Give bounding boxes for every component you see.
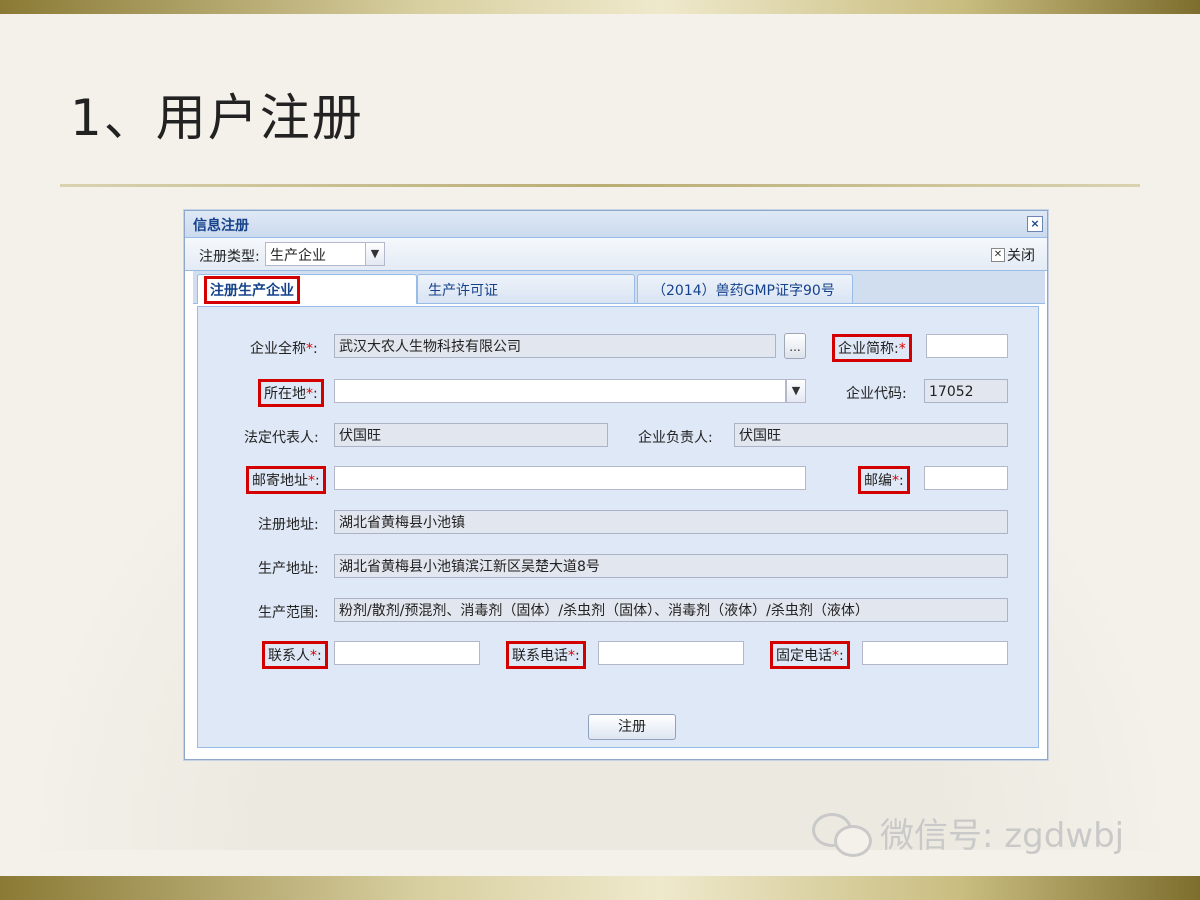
registration-type-select[interactable]: 生产企业 ▼	[265, 242, 385, 266]
top-decorative-band	[0, 0, 1200, 14]
company-code-field[interactable]: 17052	[924, 379, 1008, 403]
tab-bar: 注册生产企业 生产许可证 （2014）兽药GMP证字90号	[193, 271, 1045, 304]
prod-scope-label: 生产范围:	[258, 605, 319, 621]
mail-address-label: 邮寄地址*:	[246, 466, 326, 494]
dialog-toolbar: 注册类型: 生产企业 ▼ ✕ 关闭	[185, 238, 1047, 271]
prod-address-field[interactable]: 湖北省黄梅县小池镇滨江新区吴楚大道8号	[334, 554, 1008, 578]
tab-label: （2014）兽药GMP证字90号	[652, 283, 835, 299]
contact-label: 联系人*:	[262, 641, 328, 669]
company-name-field[interactable]: 武汉大农人生物科技有限公司	[334, 334, 776, 358]
contact-phone-field[interactable]	[598, 641, 744, 665]
registration-type-value: 生产企业	[270, 248, 326, 264]
tab-gmp-certificate[interactable]: （2014）兽药GMP证字90号	[637, 274, 853, 303]
tab-label: 注册生产企业	[204, 276, 300, 304]
wechat-id-text: 微信号: zgdwbj	[880, 816, 1125, 856]
title-divider	[60, 184, 1140, 187]
wechat-icon	[812, 809, 872, 857]
location-label: 所在地*:	[258, 379, 324, 407]
close-button[interactable]: ✕ 关闭	[991, 245, 1035, 265]
prod-address-label: 生产地址:	[258, 561, 319, 577]
slide-title: 1、用户注册	[70, 89, 364, 147]
dialog-title: 信息注册	[193, 218, 249, 234]
company-lookup-button[interactable]: ...	[784, 333, 806, 359]
short-name-field[interactable]	[926, 334, 1008, 358]
close-icon: ✕	[991, 248, 1005, 262]
company-name-label: 企业全称*:	[250, 341, 318, 357]
close-button-label: 关闭	[1007, 248, 1035, 264]
bottom-decorative-band	[0, 876, 1200, 900]
company-code-label: 企业代码:	[846, 386, 907, 402]
registration-type-label: 注册类型:	[199, 249, 260, 265]
contact-field[interactable]	[334, 641, 480, 665]
registration-form: 企业全称*: 武汉大农人生物科技有限公司 ... 企业简称:* 所在地*: ▼ …	[197, 306, 1039, 748]
dialog-close-icon[interactable]: ×	[1027, 216, 1043, 232]
tab-label: 生产许可证	[428, 283, 498, 299]
postcode-label: 邮编*:	[858, 466, 910, 494]
reg-address-field[interactable]: 湖北省黄梅县小池镇	[334, 510, 1008, 534]
registration-dialog: 信息注册 × 注册类型: 生产企业 ▼ ✕ 关闭 注册生产企业 生产许可证 （2…	[184, 210, 1048, 760]
register-button[interactable]: 注册	[588, 714, 676, 740]
reg-address-label: 注册地址:	[258, 517, 319, 533]
tab-register-enterprise[interactable]: 注册生产企业	[197, 274, 417, 304]
prod-scope-field[interactable]: 粉剂/散剂/预混剂、消毒剂（固体）/杀虫剂（固体）、消毒剂（液体）/杀虫剂（液体…	[334, 598, 1008, 622]
postcode-field[interactable]	[924, 466, 1008, 490]
mail-address-field[interactable]	[334, 466, 806, 490]
tab-production-license[interactable]: 生产许可证	[417, 274, 635, 303]
chevron-down-icon[interactable]: ▼	[365, 243, 384, 265]
dialog-titlebar: 信息注册 ×	[185, 211, 1047, 238]
wechat-watermark: 微信号: zgdwbj	[812, 808, 1124, 857]
contact-phone-label: 联系电话*:	[506, 641, 586, 669]
fixed-phone-field[interactable]	[862, 641, 1008, 665]
fixed-phone-label: 固定电话*:	[770, 641, 850, 669]
manager-field[interactable]: 伏国旺	[734, 423, 1008, 447]
legal-rep-field[interactable]: 伏国旺	[334, 423, 608, 447]
legal-rep-label: 法定代表人:	[244, 430, 319, 446]
location-field[interactable]	[334, 379, 786, 403]
manager-label: 企业负责人:	[638, 430, 713, 446]
short-name-label: 企业简称:*	[832, 334, 912, 362]
chevron-down-icon[interactable]: ▼	[786, 379, 806, 403]
